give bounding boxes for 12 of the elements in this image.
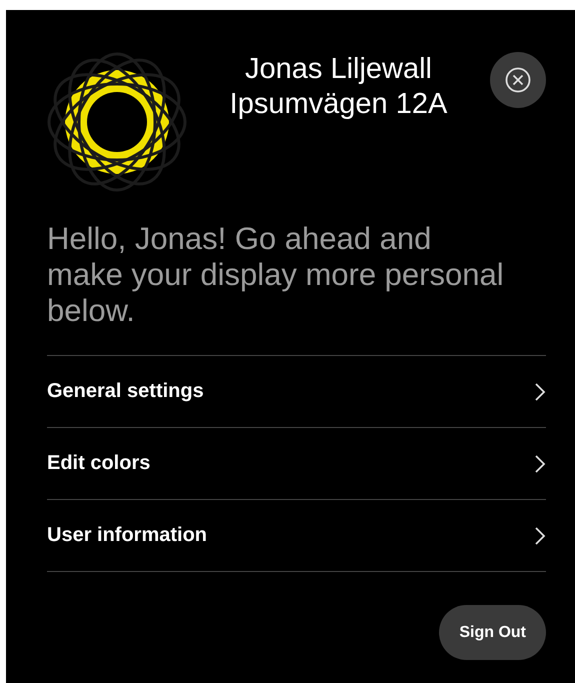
close-icon — [505, 67, 531, 93]
sign-out-button[interactable]: Sign Out — [439, 605, 546, 660]
chevron-right-icon — [534, 454, 546, 474]
greeting-text: Hello, Jonas! Go ahead and make your display more personal below. — [47, 221, 505, 329]
user-name: Jonas Liljewall — [245, 52, 432, 87]
user-address: Ipsumvägen 12A — [230, 87, 448, 122]
chevron-right-icon — [534, 526, 546, 546]
chevron-right-icon — [534, 382, 546, 402]
menu-item[interactable]: User information — [47, 500, 546, 572]
logo-icon — [47, 52, 187, 192]
menu-item[interactable]: General settings — [47, 356, 546, 428]
menu-item[interactable]: Edit colors — [47, 428, 546, 500]
